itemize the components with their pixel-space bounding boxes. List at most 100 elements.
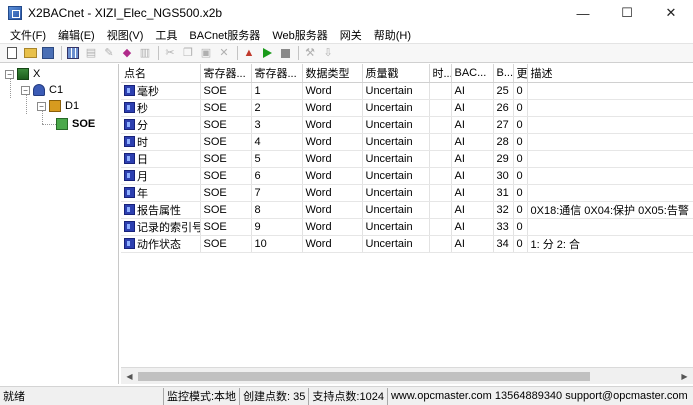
table-row[interactable]: 时 SOE 4 Word Uncertain AI 28 0 (121, 133, 693, 151)
column-header-description[interactable]: 描述 (527, 64, 693, 83)
menu-bacnet-server[interactable]: BACnet服务器 (183, 27, 266, 43)
menu-view[interactable]: 视图(V) (101, 27, 150, 43)
register-address: 2 (251, 99, 303, 117)
menu-bar: 文件(F) 编辑(E) 视图(V) 工具 BACnet服务器 Web服务器 网关… (0, 26, 693, 43)
tree-node-x[interactable]: − X (5, 66, 40, 82)
quality: Uncertain (362, 167, 430, 185)
tree-node-soe[interactable]: SOE (56, 116, 95, 132)
menu-help[interactable]: 帮助(H) (368, 27, 417, 43)
import-icon[interactable]: ▲ (241, 45, 257, 61)
menu-web-server[interactable]: Web服务器 (266, 27, 333, 43)
register-type: SOE (200, 201, 252, 219)
bacnet-instance: 25 (493, 82, 514, 100)
channel-icon (33, 84, 45, 96)
new-icon[interactable] (4, 45, 20, 61)
close-button[interactable]: ✕ (649, 0, 693, 26)
scroll-track[interactable] (138, 368, 676, 385)
register-address: 5 (251, 150, 303, 168)
horizontal-scrollbar[interactable]: ◀ ▶ (121, 367, 693, 384)
update: 0 (513, 218, 528, 236)
table-row[interactable]: 月 SOE 6 Word Uncertain AI 30 0 (121, 167, 693, 185)
add-point-icon[interactable]: ◆ (119, 45, 135, 61)
add-device-icon[interactable]: ▤ (83, 45, 99, 61)
quality: Uncertain (362, 133, 430, 151)
update: 0 (513, 150, 528, 168)
table-row[interactable]: 动作状态 SOE 10 Word Uncertain AI 34 0 1: 分 … (121, 235, 693, 253)
copy-icon[interactable]: ❐ (180, 45, 196, 61)
menu-edit[interactable]: 编辑(E) (52, 27, 101, 43)
register-type: SOE (200, 150, 252, 168)
save-icon[interactable] (40, 45, 56, 61)
edit-icon[interactable]: ✎ (101, 45, 117, 61)
register-type: SOE (200, 184, 252, 202)
export-icon[interactable]: ⇩ (320, 45, 336, 61)
quality: Uncertain (362, 201, 430, 219)
status-ready: 就绪 (3, 391, 25, 403)
column-header-bacnet-type[interactable]: BAC... (451, 64, 494, 83)
point-icon (124, 85, 135, 96)
menu-file[interactable]: 文件(F) (4, 27, 52, 43)
update: 0 (513, 235, 528, 253)
description (527, 167, 693, 185)
tree-node-c1[interactable]: − C1 (21, 82, 63, 98)
time (429, 82, 452, 100)
table-row[interactable]: 报告属性 SOE 8 Word Uncertain AI 32 0 0X18:通… (121, 201, 693, 219)
table-row[interactable]: 毫秒 SOE 1 Word Uncertain AI 25 0 (121, 82, 693, 100)
grid-icon[interactable] (65, 45, 81, 61)
maximize-button[interactable]: ☐ (605, 0, 649, 26)
scroll-left-icon[interactable]: ◀ (121, 368, 138, 385)
status-created-points: 创建点数: 35 (239, 387, 308, 405)
scroll-right-icon[interactable]: ▶ (676, 368, 693, 385)
menu-gateway[interactable]: 网关 (334, 27, 368, 43)
point-name: 动作状态 (137, 238, 181, 251)
menu-tools[interactable]: 工具 (149, 27, 183, 43)
remove-icon[interactable]: ✕ (216, 45, 232, 61)
quality: Uncertain (362, 218, 430, 236)
column-header-update[interactable]: 更... (513, 64, 528, 83)
column-header-quality[interactable]: 质量戳 (362, 64, 430, 83)
update: 0 (513, 133, 528, 151)
scroll-thumb[interactable] (138, 371, 590, 381)
window-title: X2BACnet - XIZI_Elec_NGS500.x2b (28, 6, 223, 20)
register-address: 9 (251, 218, 303, 236)
app-icon (8, 6, 22, 20)
column-header-register-address[interactable]: 寄存器... (251, 64, 303, 83)
column-header-bacnet-instance[interactable]: B... (493, 64, 514, 83)
point-icon (124, 102, 135, 113)
point-icon (124, 153, 135, 164)
bacnet-type: AI (451, 235, 494, 253)
table-row[interactable]: 秒 SOE 2 Word Uncertain AI 26 0 (121, 99, 693, 117)
point-name: 分 (137, 119, 148, 132)
paste-icon[interactable]: ▣ (198, 45, 214, 61)
bacnet-type: AI (451, 201, 494, 219)
register-type: SOE (200, 99, 252, 117)
column-header-name[interactable]: 点名 (121, 64, 201, 83)
time (429, 167, 452, 185)
table-row[interactable]: 分 SOE 3 Word Uncertain AI 27 0 (121, 116, 693, 134)
tree-node-d1[interactable]: − D1 (37, 98, 79, 114)
table-row[interactable]: 年 SOE 7 Word Uncertain AI 31 0 (121, 184, 693, 202)
open-icon[interactable] (22, 45, 38, 61)
table-row[interactable]: 日 SOE 5 Word Uncertain AI 29 0 (121, 150, 693, 168)
collapse-icon[interactable]: − (5, 69, 14, 79)
cut-icon[interactable]: ✂ (162, 45, 178, 61)
point-name: 日 (137, 153, 148, 166)
register-type: SOE (200, 133, 252, 151)
tool-icon[interactable]: ⚒ (302, 45, 318, 61)
column-header-register-type[interactable]: 寄存器... (200, 64, 252, 83)
delete-icon[interactable]: ▥ (137, 45, 153, 61)
description (527, 133, 693, 151)
description (527, 99, 693, 117)
column-header-data-type[interactable]: 数据类型 (302, 64, 363, 83)
minimize-button[interactable]: — (561, 0, 605, 26)
collapse-icon[interactable]: − (37, 101, 46, 111)
toolbar-separator (61, 46, 62, 60)
bacnet-instance: 31 (493, 184, 514, 202)
stop-icon[interactable] (277, 45, 293, 61)
data-type: Word (302, 235, 363, 253)
collapse-icon[interactable]: − (21, 85, 30, 95)
table-row[interactable]: 记录的索引号 SOE 9 Word Uncertain AI 33 0 (121, 218, 693, 236)
run-icon[interactable] (259, 45, 275, 61)
time (429, 218, 452, 236)
column-header-time[interactable]: 时... (429, 64, 452, 83)
